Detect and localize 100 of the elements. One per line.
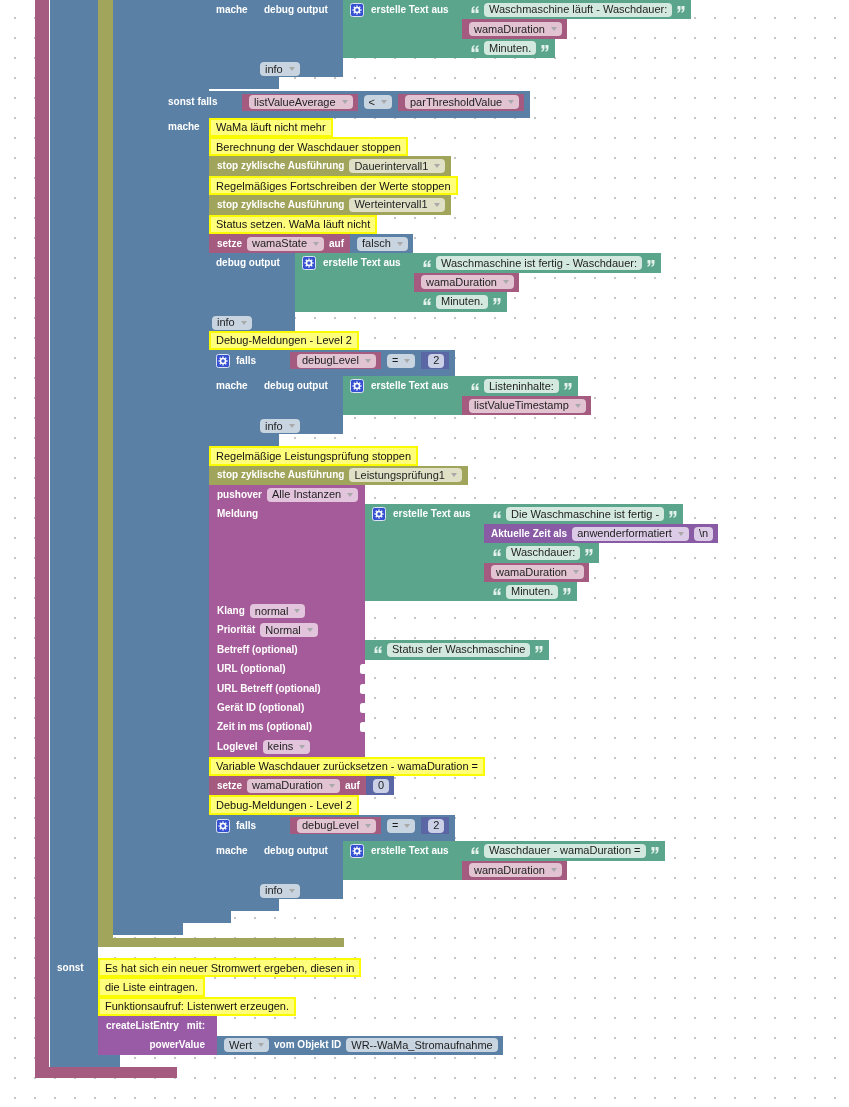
caret-icon (240, 320, 247, 325)
text-field[interactable]: Waschdauer: (506, 545, 581, 560)
dropdown[interactable]: = (386, 818, 416, 833)
gear-icon[interactable] (350, 843, 364, 858)
gear-icon[interactable] (372, 507, 386, 522)
block-label: stop zyklische Ausführung (217, 469, 345, 482)
block-label: debug output (216, 257, 280, 270)
dropdown[interactable]: Normal (260, 623, 318, 638)
dropdown[interactable]: Alle Instanzen (267, 487, 359, 502)
open-quote-icon (471, 44, 479, 52)
dropdown[interactable]: Wert (224, 1038, 270, 1053)
text-field[interactable]: \n (693, 526, 714, 541)
block-label: vom Objekt ID (274, 1039, 342, 1052)
block-label: stop zyklische Ausführung (217, 198, 345, 211)
block-label: URL (optional) (217, 663, 286, 676)
block-label: falls (236, 354, 256, 367)
close-quote-icon (535, 646, 544, 654)
text-field[interactable]: Minuten. (436, 294, 489, 309)
dropdown[interactable]: wamaDuration (421, 275, 514, 290)
comment-block: Berechnung der Waschdauer stoppen (209, 137, 408, 157)
caret-icon (288, 888, 295, 893)
block-label: mache (216, 844, 248, 857)
caret-icon (313, 241, 320, 246)
block-label: powerValue (149, 1039, 205, 1052)
caret-icon (258, 1043, 265, 1048)
close-quote-icon (585, 549, 594, 557)
close-quote-icon (647, 259, 656, 267)
block-label: sonst falls (168, 96, 218, 109)
gear-icon[interactable] (216, 353, 230, 368)
block-label: createListEntry (106, 1019, 179, 1032)
dropdown[interactable]: info (212, 315, 252, 330)
dropdown[interactable]: normal (249, 604, 306, 619)
comment-block: die Liste eintragen. (98, 977, 205, 997)
dropdown[interactable]: falsch (357, 236, 408, 251)
block-label: debug output (264, 380, 328, 393)
number-field[interactable]: 2 (428, 818, 445, 833)
block-label: debug output (264, 844, 328, 857)
text-field[interactable]: Status der Waschmaschine (387, 642, 531, 657)
block-label: erstelle Text aus (371, 3, 449, 16)
dropdown[interactable]: Leistungsprüfung1 (349, 468, 462, 483)
text-field[interactable]: Waschdauer - wamaDuration = (484, 843, 646, 858)
caret-icon (288, 67, 295, 72)
dropdown[interactable]: wamaDuration (469, 22, 562, 37)
text-field[interactable]: Die Waschmaschine ist fertig - (506, 507, 665, 522)
number-field[interactable]: 2 (428, 353, 445, 368)
number-field[interactable]: 0 (372, 778, 390, 793)
dropdown[interactable]: Werteintervall1 (349, 197, 445, 212)
dropdown[interactable]: info (260, 419, 300, 434)
dropdown[interactable]: wamaState (247, 236, 325, 251)
text-field[interactable]: Listeninhalte: (484, 379, 559, 394)
dropdown[interactable]: info (260, 883, 300, 898)
input-socket-icon (360, 722, 365, 733)
caret-icon (574, 403, 581, 408)
caret-icon (433, 202, 440, 207)
gear-icon[interactable] (216, 818, 230, 833)
caret-icon (508, 100, 515, 105)
text-field[interactable]: Minuten. (506, 584, 559, 599)
block-label: Zeit in ms (optional) (217, 721, 312, 734)
close-quote-icon (563, 382, 572, 390)
dropdown[interactable]: < (363, 95, 392, 110)
dropdown[interactable]: wamaDuration (469, 863, 562, 878)
block-label: erstelle Text aus (371, 844, 449, 857)
dropdown[interactable]: debugLevel (297, 818, 376, 833)
dropdown[interactable]: wamaDuration (491, 565, 584, 580)
block-label: Betreff (optional) (217, 643, 298, 656)
caret-icon (434, 164, 441, 169)
block-label: Gerät ID (optional) (217, 702, 305, 714)
caret-icon (677, 531, 684, 536)
dropdown[interactable]: parThresholdValue (405, 95, 520, 110)
caret-icon (364, 823, 371, 828)
block-label: setze (217, 779, 242, 792)
dropdown[interactable]: keins (262, 739, 311, 754)
dropdown[interactable]: listValueTimestamp (469, 398, 586, 413)
block-label: falls (236, 819, 256, 832)
comment-block: Debug-Meldungen - Level 2 (209, 795, 359, 815)
dropdown[interactable]: debugLevel (297, 353, 376, 368)
block-label: pushover (217, 488, 262, 501)
dropdown[interactable]: listValueAverage (249, 95, 353, 110)
gear-icon[interactable] (350, 379, 364, 394)
open-quote-icon (471, 6, 479, 14)
open-quote-icon (493, 549, 501, 557)
text-field[interactable]: Waschmaschine ist fertig - Waschdauer: (436, 256, 643, 271)
object-id-field[interactable]: WR--WaMa_Stromaufnahme (346, 1038, 498, 1053)
dropdown[interactable]: wamaDuration (247, 778, 340, 793)
gear-icon[interactable] (302, 256, 316, 271)
open-quote-icon (471, 382, 479, 390)
text-field[interactable]: Minuten. (484, 41, 537, 56)
block-label: debug output (264, 3, 328, 16)
comment-block: WaMa läuft nicht mehr (209, 117, 333, 138)
dropdown[interactable]: info (260, 62, 300, 77)
comment-block: Regelmäßiges Fortschreiben der Werte stoppen (209, 175, 458, 196)
dropdown[interactable]: = (386, 353, 416, 368)
close-quote-icon (677, 6, 686, 14)
gear-icon[interactable] (350, 2, 364, 17)
text-field[interactable]: Waschmaschine läuft - Waschdauer: (484, 2, 673, 17)
block-label: mache (168, 121, 200, 134)
dropdown[interactable]: Dauerintervall1 (349, 159, 446, 174)
dropdown[interactable]: anwenderformatiert (572, 526, 689, 541)
block-label: auf (344, 779, 360, 792)
caret-icon (294, 609, 301, 614)
